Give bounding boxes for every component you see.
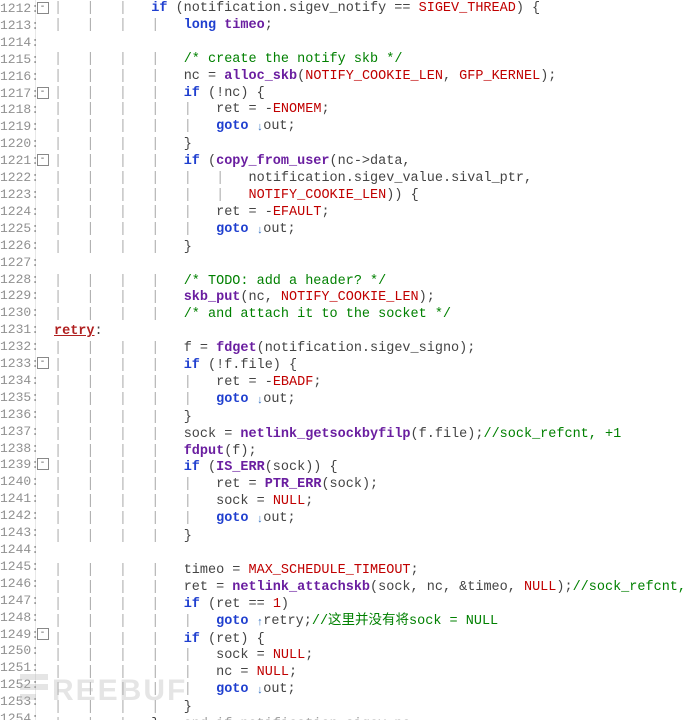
code-editor: 1212: 1213: 1214: 1215: 1216: 1217: 1218… xyxy=(0,0,690,720)
line-number-gutter: 1212: 1213: 1214: 1215: 1216: 1217: 1218… xyxy=(0,0,36,720)
code-area[interactable]: | | | if (notification.sigev_notify == S… xyxy=(50,0,690,720)
fold-gutter[interactable]: - - - - - - xyxy=(36,0,50,720)
